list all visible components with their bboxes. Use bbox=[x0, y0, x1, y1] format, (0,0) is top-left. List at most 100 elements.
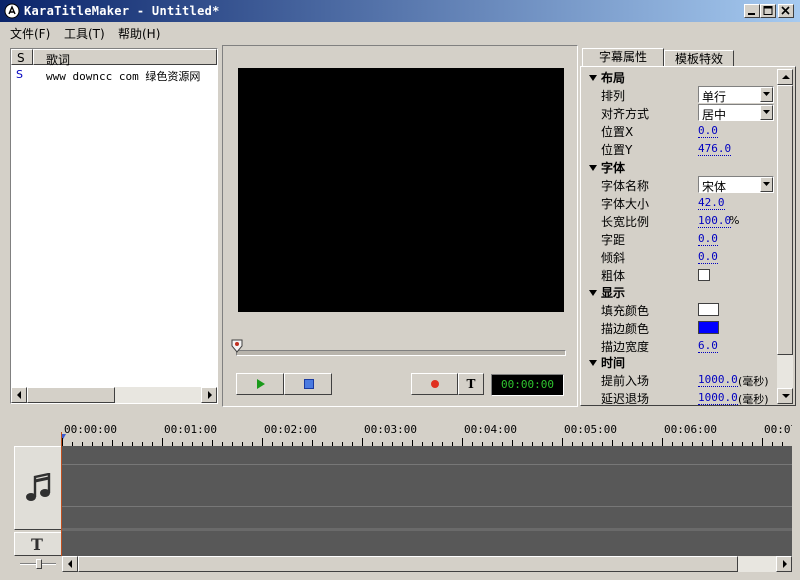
menu-bar: 文件(F) 工具(T) 帮助(H) bbox=[0, 22, 800, 42]
fill-color-label: 填充颜色 bbox=[601, 304, 650, 318]
timeline-horizontal-scrollbar[interactable] bbox=[62, 556, 792, 572]
font-size-field[interactable]: 42.0 bbox=[698, 197, 725, 210]
spacing-label: 字距 bbox=[601, 233, 626, 247]
lyrics-horizontal-scrollbar[interactable] bbox=[11, 387, 217, 403]
menu-tools[interactable]: 工具(T) bbox=[64, 25, 105, 42]
music-note-icon bbox=[26, 473, 51, 501]
arrow-down-icon bbox=[782, 394, 790, 398]
ruler-tick bbox=[662, 438, 663, 446]
timeline-ruler[interactable]: 00:00:00 00:01:00 00:02:00 00:03:00 00:0… bbox=[62, 412, 792, 446]
chevron-down-icon[interactable] bbox=[760, 87, 773, 102]
property-grid: 布局 排列 单行 对齐方式 居中 位置X 0.0 位置Y 476.0 字体 字体… bbox=[580, 66, 796, 406]
record-button[interactable] bbox=[411, 373, 458, 395]
minimize-icon bbox=[748, 13, 755, 15]
lyrics-list[interactable]: S 歌词 S www downcc com 绿色资源网 bbox=[10, 48, 218, 404]
window-title: KaraTitleMaker - Untitled* bbox=[24, 4, 220, 18]
stroke-color-swatch[interactable] bbox=[698, 321, 719, 334]
menu-file[interactable]: 文件(F) bbox=[10, 25, 50, 42]
arrow-right-icon bbox=[208, 391, 212, 399]
scroll-down-button[interactable] bbox=[777, 388, 793, 404]
section-layout: 布局 bbox=[601, 71, 626, 85]
menu-help[interactable]: 帮助(H) bbox=[118, 25, 160, 42]
arrange-select[interactable]: 单行 bbox=[698, 86, 774, 104]
track-divider bbox=[62, 506, 792, 507]
column-header-s[interactable]: S bbox=[11, 49, 33, 65]
audio-track-header[interactable] bbox=[14, 446, 62, 530]
seek-thumb[interactable] bbox=[231, 339, 243, 353]
posy-label: 位置Y bbox=[601, 143, 633, 157]
post-exit-field[interactable]: 1000.0 bbox=[698, 392, 738, 405]
maximize-button[interactable] bbox=[760, 4, 776, 18]
scroll-right-button[interactable] bbox=[776, 556, 792, 572]
ruler-label: 00:05:00 bbox=[564, 423, 617, 436]
collapse-display-icon[interactable] bbox=[589, 290, 597, 296]
posx-field[interactable]: 0.0 bbox=[698, 125, 718, 138]
text-mode-button[interactable]: T bbox=[458, 373, 484, 395]
sync-flag: S bbox=[16, 68, 23, 81]
scroll-thumb[interactable] bbox=[777, 85, 793, 355]
posy-field[interactable]: 476.0 bbox=[698, 143, 732, 156]
minimize-button[interactable] bbox=[744, 4, 760, 18]
pre-entry-field[interactable]: 1000.0 bbox=[698, 374, 738, 387]
stroke-width-field[interactable]: 6.0 bbox=[698, 340, 718, 353]
scroll-left-button[interactable] bbox=[62, 556, 78, 572]
seek-track[interactable] bbox=[236, 350, 566, 356]
lyric-text: www downcc com 绿色资源网 bbox=[46, 70, 201, 83]
stroke-color-label: 描边颜色 bbox=[601, 322, 650, 336]
play-button[interactable] bbox=[236, 373, 284, 395]
align-label: 对齐方式 bbox=[601, 107, 650, 121]
tab-template-effects[interactable]: 模板特效 bbox=[664, 50, 734, 67]
section-time: 时间 bbox=[601, 356, 626, 370]
chevron-down-icon[interactable] bbox=[760, 105, 773, 120]
timeline-tracks[interactable] bbox=[62, 446, 792, 556]
ruler-tick bbox=[262, 438, 263, 446]
ruler-tick bbox=[762, 438, 763, 446]
record-icon bbox=[431, 380, 439, 388]
aspect-ratio-field[interactable]: 100.0 bbox=[698, 215, 732, 228]
zoom-thumb[interactable] bbox=[36, 559, 42, 569]
list-item[interactable]: S www downcc com 绿色资源网 bbox=[11, 67, 217, 83]
time-display: 00:00:00 bbox=[491, 374, 564, 396]
stroke-width-label: 描边宽度 bbox=[601, 340, 650, 354]
timeline: 00:00:00 00:01:00 00:02:00 00:03:00 00:0… bbox=[10, 412, 792, 572]
collapse-time-icon[interactable] bbox=[589, 360, 597, 366]
properties-vertical-scrollbar[interactable] bbox=[777, 69, 793, 404]
section-font: 字体 bbox=[601, 161, 626, 175]
scroll-up-button[interactable] bbox=[777, 69, 793, 85]
tab-subtitle-properties[interactable]: 字幕属性 bbox=[582, 48, 664, 67]
arrow-up-icon bbox=[782, 75, 790, 79]
align-select[interactable]: 居中 bbox=[698, 104, 774, 122]
collapse-font-icon[interactable] bbox=[589, 165, 597, 171]
arrow-right-icon bbox=[783, 560, 787, 568]
pre-entry-unit: (毫秒) bbox=[738, 375, 769, 388]
track-divider bbox=[62, 528, 792, 531]
stop-icon bbox=[304, 379, 314, 389]
ruler-label: 00:03:00 bbox=[364, 423, 417, 436]
aspect-ratio-label: 长宽比例 bbox=[601, 215, 650, 229]
maximize-icon bbox=[763, 6, 773, 15]
scroll-thumb[interactable] bbox=[78, 556, 738, 572]
collapse-layout-icon[interactable] bbox=[589, 75, 597, 81]
properties-panel: 字幕属性 模板特效 布局 排列 单行 对齐方式 居中 位置X 0.0 位置Y 4… bbox=[580, 45, 796, 407]
track-headers: T bbox=[14, 446, 62, 556]
text-track-header[interactable]: T bbox=[14, 532, 62, 556]
chevron-down-icon[interactable] bbox=[760, 177, 773, 192]
lyrics-header: S 歌词 bbox=[11, 49, 217, 67]
scroll-right-button[interactable] bbox=[201, 387, 217, 403]
ruler-label: 00:00:00 bbox=[64, 423, 117, 436]
scroll-thumb[interactable] bbox=[27, 387, 115, 403]
ruler-tick bbox=[62, 438, 63, 446]
column-header-lyric[interactable]: 歌词 bbox=[33, 49, 217, 67]
zoom-slider[interactable] bbox=[14, 556, 62, 572]
stop-button[interactable] bbox=[284, 373, 332, 395]
scroll-left-button[interactable] bbox=[11, 387, 27, 403]
font-name-select[interactable]: 宋体 bbox=[698, 176, 774, 194]
bold-checkbox[interactable] bbox=[698, 269, 710, 281]
fill-color-swatch[interactable] bbox=[698, 303, 719, 316]
slant-field[interactable]: 0.0 bbox=[698, 251, 718, 264]
close-button[interactable] bbox=[778, 4, 794, 18]
arrow-left-icon bbox=[68, 560, 72, 568]
spacing-field[interactable]: 0.0 bbox=[698, 233, 718, 246]
ruler-label: 00:06:00 bbox=[664, 423, 717, 436]
font-size-label: 字体大小 bbox=[601, 197, 650, 211]
